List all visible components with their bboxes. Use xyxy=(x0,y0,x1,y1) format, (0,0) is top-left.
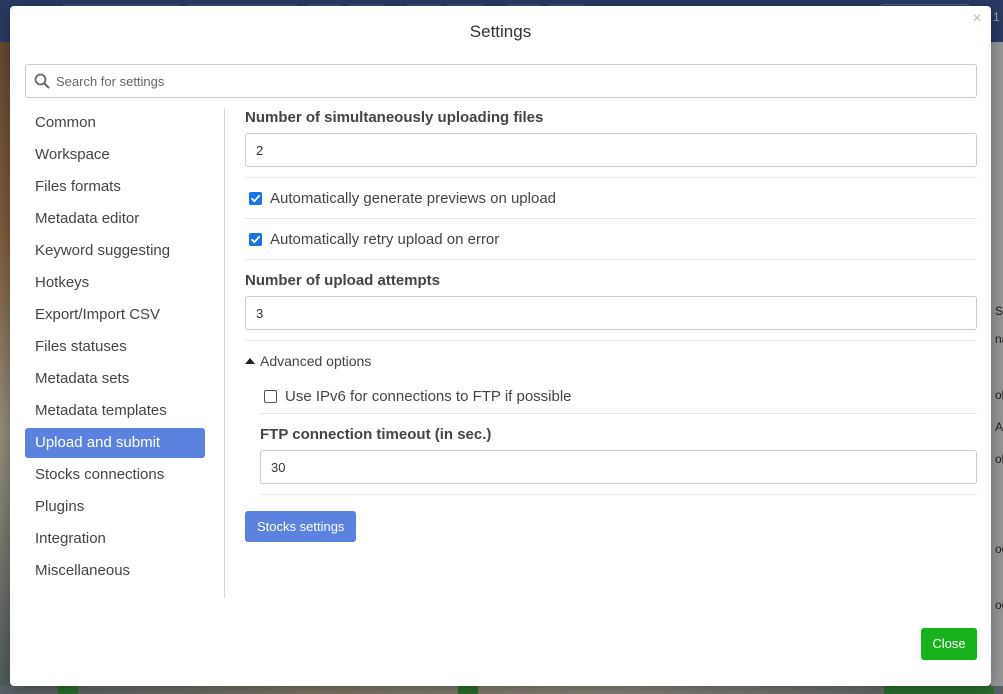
sidebar-divider xyxy=(224,108,225,598)
sidebar-item-files-statuses[interactable]: Files statuses xyxy=(25,332,205,362)
dialog-title: Settings xyxy=(469,22,532,41)
divider xyxy=(260,413,977,414)
sidebar-item-common[interactable]: Common xyxy=(25,108,205,138)
sidebar-item-metadata-templates[interactable]: Metadata templates xyxy=(25,396,205,426)
simultaneous-uploads-input[interactable] xyxy=(245,133,977,167)
search-input[interactable] xyxy=(56,65,966,97)
caret-up-icon xyxy=(245,358,255,364)
settings-sidebar: Common Workspace Files formats Metadata … xyxy=(25,108,205,588)
retry-upload-label: Automatically retry upload on error xyxy=(270,230,500,248)
simultaneous-uploads-label: Number of simultaneously uploading files xyxy=(245,109,544,126)
sidebar-item-plugins[interactable]: Plugins xyxy=(25,492,205,522)
stocks-settings-button[interactable]: Stocks settings xyxy=(245,511,357,542)
sidebar-item-export-import-csv[interactable]: Export/Import CSV xyxy=(25,300,205,330)
sidebar-item-files-formats[interactable]: Files formats xyxy=(25,172,205,202)
retry-upload-checkbox[interactable] xyxy=(249,232,262,246)
settings-dialog: Settings × Common Workspace Files format… xyxy=(10,6,991,686)
sidebar-item-hotkeys[interactable]: Hotkeys xyxy=(25,268,205,298)
sidebar-item-workspace[interactable]: Workspace xyxy=(25,140,205,170)
upload-attempts-label: Number of upload attempts xyxy=(245,272,441,289)
retry-upload-row[interactable]: Automatically retry upload on error xyxy=(245,219,977,259)
sidebar-item-integration[interactable]: Integration xyxy=(25,524,205,554)
generate-previews-checkbox[interactable] xyxy=(249,191,262,205)
divider xyxy=(260,494,977,495)
ftp-timeout-label: FTP connection timeout (in sec.) xyxy=(260,426,492,443)
ipv6-label: Use IPv6 for connections to FTP if possi… xyxy=(285,387,572,405)
close-button[interactable]: Close xyxy=(921,628,977,660)
sidebar-item-metadata-editor[interactable]: Metadata editor xyxy=(25,204,205,234)
settings-content: Number of simultaneously uploading files… xyxy=(245,108,977,542)
sidebar-item-keyword-suggesting[interactable]: Keyword suggesting xyxy=(25,236,205,266)
advanced-options-label: Advanced options xyxy=(260,353,372,369)
divider xyxy=(245,340,977,341)
checkmark-icon xyxy=(251,194,261,202)
sidebar-item-miscellaneous[interactable]: Miscellaneous xyxy=(25,556,205,586)
sidebar-item-stocks-connections[interactable]: Stocks connections xyxy=(25,460,205,490)
search-icon xyxy=(34,73,50,89)
checkmark-icon xyxy=(251,235,261,243)
search-box xyxy=(25,64,977,98)
advanced-options-panel: Use IPv6 for connections to FTP if possi… xyxy=(260,379,977,495)
advanced-options-toggle[interactable]: Advanced options xyxy=(245,353,977,369)
ipv6-row[interactable]: Use IPv6 for connections to FTP if possi… xyxy=(260,379,977,413)
sidebar-item-metadata-sets[interactable]: Metadata sets xyxy=(25,364,205,394)
generate-previews-label: Automatically generate previews on uploa… xyxy=(270,189,557,207)
close-icon[interactable]: × xyxy=(969,11,985,27)
upload-attempts-input[interactable] xyxy=(245,296,977,330)
ftp-timeout-input[interactable] xyxy=(260,450,977,484)
divider xyxy=(245,259,977,260)
sidebar-item-upload-and-submit[interactable]: Upload and submit xyxy=(25,428,205,458)
ipv6-checkbox[interactable] xyxy=(264,389,277,403)
generate-previews-row[interactable]: Automatically generate previews on uploa… xyxy=(245,178,977,218)
